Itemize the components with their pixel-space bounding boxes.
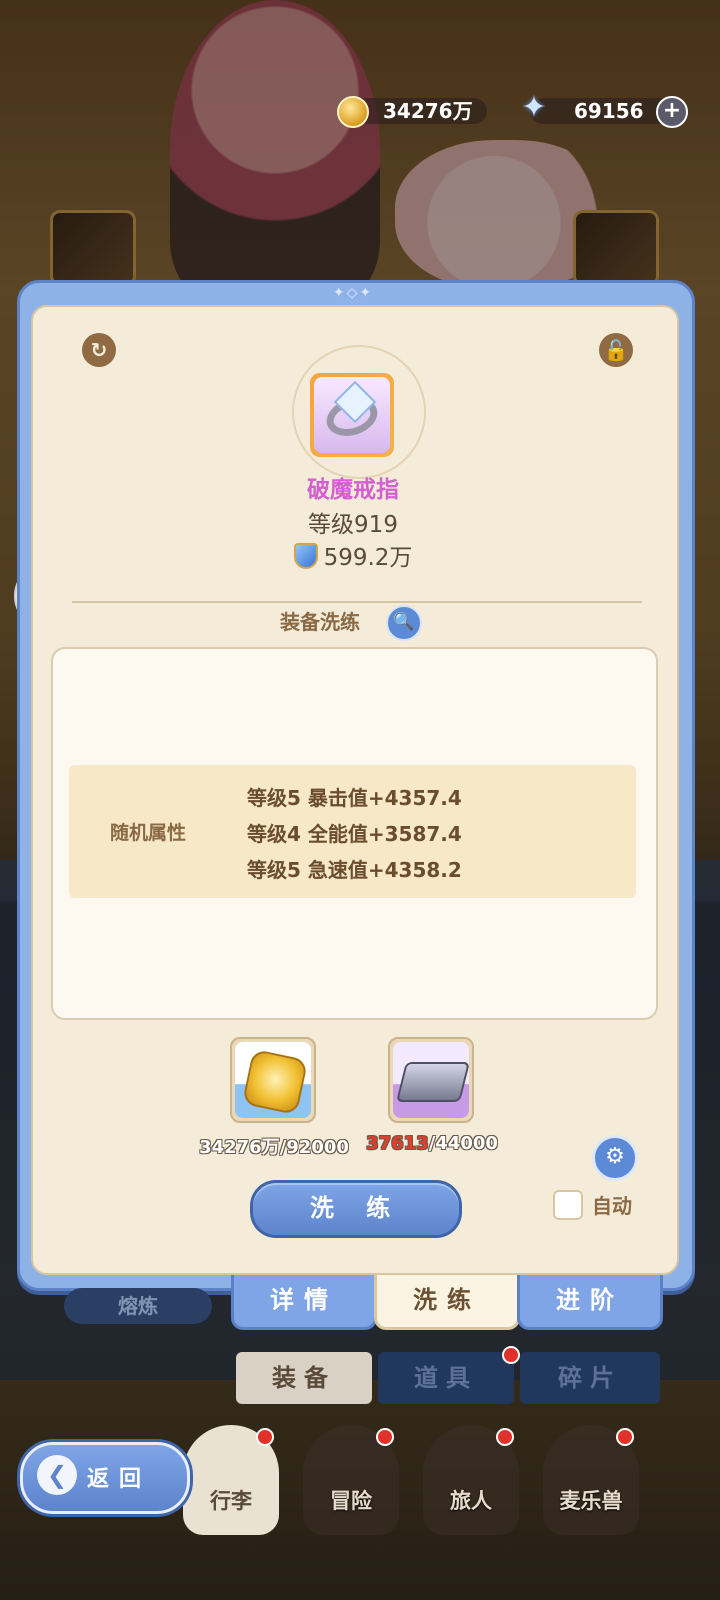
attribute-line: 等级5 急速值+4358.2 xyxy=(247,858,462,882)
notification-dot xyxy=(376,1428,394,1446)
gold-cost-icon-bg xyxy=(235,1042,311,1118)
gold-cost-required: /92000 xyxy=(279,1137,349,1158)
notification-dot xyxy=(256,1428,274,1446)
category-equipment[interactable]: 装备 xyxy=(236,1352,372,1404)
tab-refine[interactable]: 洗练 xyxy=(374,1275,520,1330)
item-power: 599.2万 xyxy=(210,538,496,572)
back-arrow-icon: ❮ xyxy=(37,1455,77,1495)
swap-icon[interactable]: ↻ xyxy=(82,333,116,367)
category-fragments[interactable]: 碎片 xyxy=(520,1352,660,1404)
auto-label: 自动 xyxy=(592,1194,632,1218)
ingot-cost-required: /44000 xyxy=(428,1133,498,1154)
ingot-cost-icon[interactable] xyxy=(388,1037,474,1123)
ingot-cost-icon-bg xyxy=(393,1042,469,1118)
category-items[interactable]: 道具 xyxy=(378,1352,514,1404)
section-title: 装备洗练 xyxy=(280,610,360,634)
smelt-button[interactable]: 熔炼 xyxy=(64,1288,212,1324)
gear-icon[interactable]: ⚙ xyxy=(592,1135,638,1181)
refine-button[interactable]: 洗 练 xyxy=(250,1180,462,1238)
attribute-line: 等级5 暴击值+4357.4 xyxy=(247,786,462,810)
magnify-icon[interactable]: 🔍 xyxy=(386,605,422,641)
item-icon-frame[interactable] xyxy=(310,373,394,457)
auto-checkbox[interactable] xyxy=(553,1190,583,1220)
tab-advance[interactable]: 进阶 xyxy=(517,1275,663,1330)
notification-dot xyxy=(502,1346,520,1364)
silver-ingot-icon xyxy=(396,1062,469,1102)
crystal-star-icon: ✦ xyxy=(521,90,547,125)
panel-ornament: ✦◇✦ xyxy=(332,285,374,301)
tab-details[interactable]: 详情 xyxy=(231,1275,377,1330)
gold-cost-text: 34276万/92000 xyxy=(196,1133,352,1159)
unlock-icon[interactable]: 🔓 xyxy=(599,333,633,367)
gold-cost-current: 34276万 xyxy=(199,1137,280,1158)
random-attribute-label: 随机属性 xyxy=(110,822,187,844)
item-name: 破魔戒指 xyxy=(307,477,399,503)
ring-item-icon xyxy=(314,377,390,453)
nav-adventure-label: 冒险 xyxy=(330,1489,372,1513)
back-label: 返回 xyxy=(87,1467,152,1492)
item-level: 等级919 xyxy=(308,512,398,538)
add-gems-button[interactable]: + xyxy=(656,96,688,128)
hex-coin-icon xyxy=(241,1048,309,1116)
ingot-cost-current: 37613 xyxy=(366,1133,429,1154)
nav-luggage-label: 行李 xyxy=(210,1489,252,1513)
notification-dot xyxy=(616,1428,634,1446)
divider xyxy=(72,601,642,603)
shield-icon xyxy=(293,543,318,569)
attribute-line: 等级4 全能值+3587.4 xyxy=(247,822,462,846)
notification-dot xyxy=(496,1428,514,1446)
nav-pets-label: 麦乐兽 xyxy=(559,1489,623,1513)
back-button[interactable]: ❮ 返回 xyxy=(20,1442,190,1514)
ingot-cost-text: 37613/44000 xyxy=(354,1133,510,1154)
gold-coin-icon xyxy=(337,96,369,128)
gem-amount: 69156 xyxy=(574,99,644,123)
item-power-value: 599.2万 xyxy=(323,545,413,571)
gold-cost-icon[interactable] xyxy=(230,1037,316,1123)
gold-amount: 34276万 xyxy=(383,99,473,123)
nav-travelers-label: 旅人 xyxy=(450,1489,492,1513)
